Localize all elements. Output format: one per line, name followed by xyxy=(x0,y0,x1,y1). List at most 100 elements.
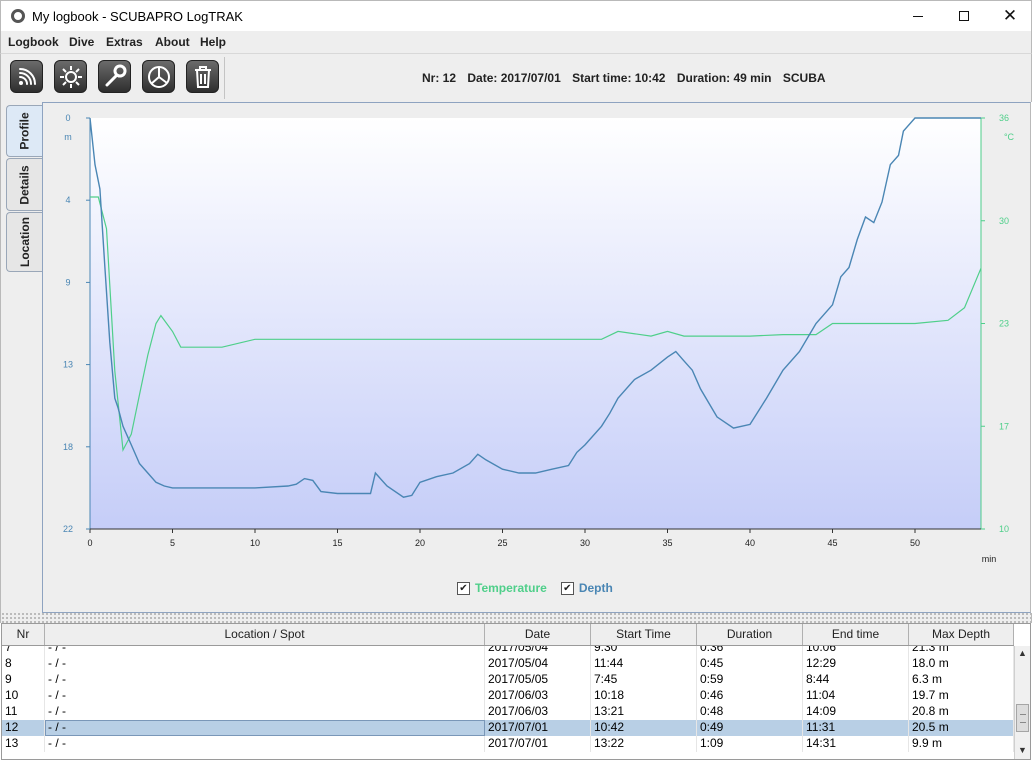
column-date[interactable]: Date xyxy=(485,624,591,645)
minimize-icon xyxy=(913,15,923,17)
cell-duration: 0:36 xyxy=(697,646,803,656)
cell-location: - / - xyxy=(45,736,485,752)
cell-duration: 0:46 xyxy=(697,688,803,704)
cell-end-time: 14:09 xyxy=(803,704,909,720)
download-dive-button[interactable] xyxy=(10,60,43,93)
cell-location: - / - xyxy=(45,688,485,704)
gear-icon xyxy=(59,65,82,88)
column-nr[interactable]: Nr xyxy=(2,624,45,645)
close-button[interactable]: ✕ xyxy=(987,1,1032,31)
table-row[interactable]: 13- / -2017/07/01 13:22 1:09 14:31 9.9 m xyxy=(2,736,1014,752)
pie-chart-icon xyxy=(147,65,170,88)
dive-summary: Nr: 12 Date: 2017/07/01 Start time: 10:4… xyxy=(422,71,834,85)
cell-duration: 0:59 xyxy=(697,672,803,688)
menu-dive[interactable]: Dive xyxy=(69,35,94,49)
temperature-checkbox[interactable]: ✔ xyxy=(457,581,470,595)
tab-profile[interactable]: Profile xyxy=(6,105,43,157)
menu-help[interactable]: Help xyxy=(200,35,226,49)
delete-button[interactable] xyxy=(186,60,219,93)
depth-checkbox[interactable]: ✔ xyxy=(560,581,574,595)
cell-nr: 7 xyxy=(2,646,45,656)
dive-duration: Duration: 49 min xyxy=(676,71,772,85)
cell-max-depth: 9.9 m xyxy=(909,736,1014,752)
settings-button[interactable] xyxy=(54,60,87,93)
scroll-down-icon[interactable]: ▼ xyxy=(1015,743,1030,758)
table-scrollbar[interactable]: ▲ ▼ xyxy=(1014,646,1030,759)
toolbar: Nr: 12 Date: 2017/07/01 Start time: 10:4… xyxy=(0,53,1032,102)
depth-tick-label: 18 xyxy=(63,442,73,452)
temperature-tick-label: 10 xyxy=(999,524,1009,534)
column-end-time[interactable]: End time xyxy=(803,624,909,645)
legend-depth-label: Depth xyxy=(578,581,613,595)
legend-temperature[interactable]: ✔ Temperature xyxy=(457,581,547,595)
cell-location: - / - xyxy=(45,646,485,656)
legend-depth[interactable]: ✔ Depth xyxy=(560,581,613,595)
cell-max-depth: 19.7 m xyxy=(909,688,1014,704)
table-row[interactable]: 8- / -2017/05/04 11:44 0:45 12:29 18.0 m xyxy=(2,656,1014,672)
cell-end-time: 8:44 xyxy=(803,672,909,688)
cell-location: - / - xyxy=(45,704,485,720)
maximize-button[interactable] xyxy=(941,1,987,31)
scroll-up-icon[interactable]: ▲ xyxy=(1015,646,1030,661)
cell-start-time: 13:22 xyxy=(591,736,697,752)
cell-location: - / - xyxy=(45,672,485,688)
table-row[interactable]: 11- / -2017/06/03 13:21 0:48 14:09 20.8 m xyxy=(2,704,1014,720)
depth-tick-label: 13 xyxy=(63,360,73,370)
cell-date: 2017/06/03 xyxy=(485,704,591,720)
x-tick-label: 30 xyxy=(580,538,590,548)
menu-about[interactable]: About xyxy=(155,35,190,49)
scrollbar-thumb[interactable] xyxy=(1016,704,1029,732)
wrench-icon xyxy=(105,64,126,86)
column-max-depth[interactable]: Max Depth xyxy=(909,624,1014,645)
cell-location: - / - xyxy=(45,720,485,736)
table-row[interactable]: 7- / -2017/05/04 9:30 0:36 10:06 21.3 m xyxy=(2,646,1014,656)
title-bar: My logbook - SCUBAPRO LogTRAK ✕ xyxy=(0,0,1032,31)
panel-splitter[interactable] xyxy=(0,613,1032,623)
temperature-tick-label: 30 xyxy=(999,216,1009,226)
statistics-button[interactable] xyxy=(142,60,175,93)
chart-legend: ✔ Temperature ✔ Depth xyxy=(457,581,613,595)
menu-bar: Logbook Dive Extras About Help xyxy=(0,31,1032,53)
temperature-tick-label: 23 xyxy=(999,319,1009,329)
x-tick-label: 0 xyxy=(87,538,92,548)
table-body: 7- / -2017/05/04 9:30 0:36 10:06 21.3 m8- / … xyxy=(2,646,1014,759)
menu-extras[interactable]: Extras xyxy=(106,35,143,49)
cell-nr: 8 xyxy=(2,656,45,672)
depth-axis-label: m xyxy=(64,132,72,142)
table-row[interactable]: 10- / -2017/06/03 10:18 0:46 11:04 19.7 m xyxy=(2,688,1014,704)
column-start-time[interactable]: Start Time xyxy=(591,624,697,645)
menu-logbook[interactable]: Logbook xyxy=(8,35,59,49)
x-tick-label: 50 xyxy=(910,538,920,548)
tab-location[interactable]: Location xyxy=(6,212,43,272)
legend-temperature-label: Temperature xyxy=(475,581,547,595)
cell-max-depth: 21.3 m xyxy=(909,646,1014,656)
app-logo-icon xyxy=(11,9,25,23)
cell-date: 2017/05/04 xyxy=(485,656,591,672)
tab-details[interactable]: Details xyxy=(6,158,43,211)
cell-duration: 0:48 xyxy=(697,704,803,720)
column-duration[interactable]: Duration xyxy=(697,624,803,645)
cell-max-depth: 20.8 m xyxy=(909,704,1014,720)
tab-profile-label: Profile xyxy=(18,112,32,150)
cell-nr: 10 xyxy=(2,688,45,704)
column-location[interactable]: Location / Spot xyxy=(45,624,485,645)
dive-number: Nr: 12 xyxy=(422,71,457,85)
tools-button[interactable] xyxy=(98,60,131,93)
dive-start-time: Start time: 10:42 xyxy=(572,71,666,85)
trash-icon xyxy=(194,65,211,88)
table-row[interactable]: 12- / -2017/07/01 10:42 0:49 11:31 20.5 m xyxy=(2,720,1014,736)
toolbar-separator xyxy=(224,57,225,99)
table-row[interactable]: 9- / -2017/05/05 7:45 0:59 8:44 6.3 m xyxy=(2,672,1014,688)
cell-end-time: 10:06 xyxy=(803,646,909,656)
cell-location: - / - xyxy=(45,656,485,672)
temperature-axis-label: °C xyxy=(1004,132,1015,142)
cell-end-time: 11:31 xyxy=(803,720,909,736)
cell-duration: 0:49 xyxy=(697,720,803,736)
dive-mode: SCUBA xyxy=(782,71,826,85)
minimize-button[interactable] xyxy=(895,1,941,31)
close-icon: ✕ xyxy=(1002,5,1018,26)
window-title: My logbook - SCUBAPRO LogTRAK xyxy=(32,9,243,24)
cell-nr: 11 xyxy=(2,704,45,720)
tab-location-label: Location xyxy=(18,217,32,267)
dive-date: Date: 2017/07/01 xyxy=(467,71,561,85)
